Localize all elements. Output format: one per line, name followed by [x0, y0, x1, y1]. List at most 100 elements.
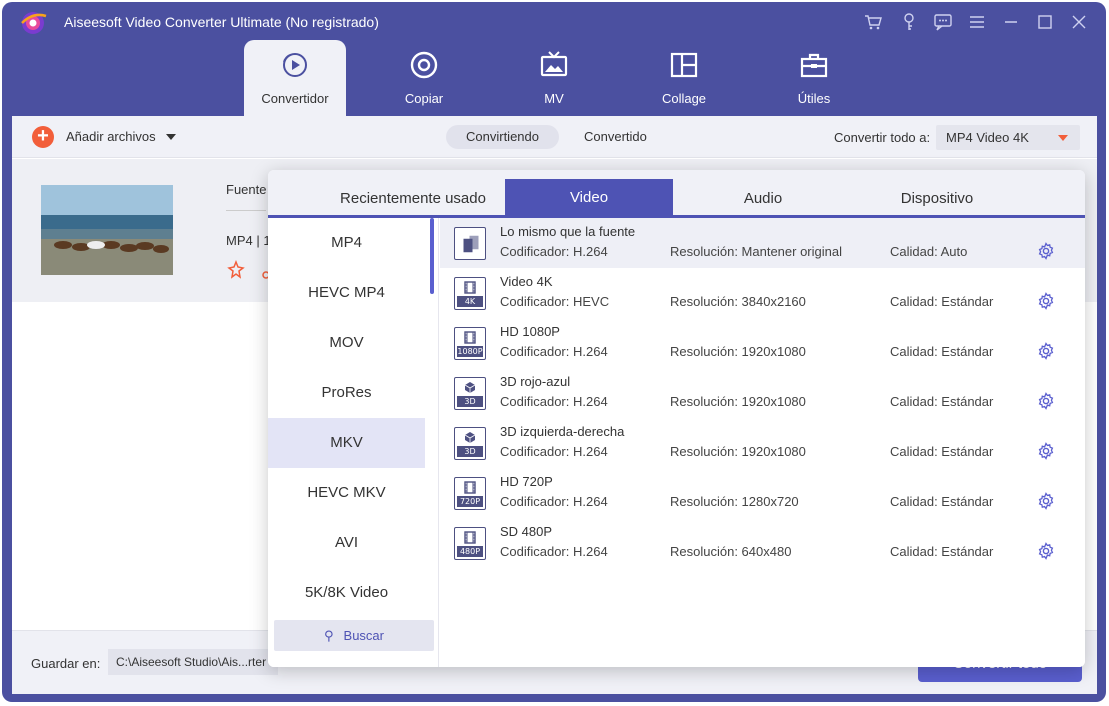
app-window: Aiseesoft Video Converter Ultimate (No r… [2, 2, 1106, 702]
convert-all-value: MP4 Video 4K [946, 130, 1029, 145]
gear-icon[interactable] [1037, 242, 1055, 260]
format-row[interactable]: 1080P HD 1080P Codificador: H.264 Resolució… [440, 318, 1085, 368]
converter-toolbar: + Añadir archivos Convirtiendo Convertid… [12, 116, 1097, 158]
convert-all-select[interactable]: MP4 Video 4K [936, 125, 1080, 150]
format-encoder: Codificador: H.264 [500, 444, 608, 459]
format-row[interactable]: 3D 3D izquierda-derecha Codificador: H.264… [440, 418, 1085, 468]
tab-utiles[interactable]: Útiles [763, 40, 865, 116]
key-icon[interactable] [898, 11, 920, 33]
format-encoder: Codificador: HEVC [500, 294, 610, 309]
film-icon: 4K [454, 277, 486, 310]
chevron-down-icon[interactable] [166, 134, 176, 140]
format-badge: 3D [457, 396, 483, 407]
save-path-field[interactable]: C:\Aiseesoft Studio\Ais...rter [108, 649, 278, 675]
format-quality: Calidad: Estándar [890, 494, 994, 509]
tab-label: Copiar [404, 91, 444, 106]
tab-label: Útiles [797, 91, 831, 106]
cart-icon[interactable] [862, 11, 884, 33]
category-item[interactable]: HEVC MKV [268, 468, 425, 518]
tab-convertidor[interactable]: Convertidor [244, 40, 346, 116]
gear-icon[interactable] [1037, 392, 1055, 410]
format-resolution: Resolución: 1920x1080 [670, 444, 806, 459]
maximize-icon[interactable] [1034, 11, 1056, 33]
format-encoder: Codificador: H.264 [500, 344, 608, 359]
format-name: Video 4K [500, 274, 553, 289]
converter-icon [283, 53, 307, 77]
category-item[interactable]: ProRes [268, 368, 425, 418]
scrollbar[interactable] [430, 218, 434, 294]
gear-icon[interactable] [1037, 292, 1055, 310]
format-name: SD 480P [500, 524, 553, 539]
cube-icon: 3D [454, 377, 486, 410]
format-quality: Calidad: Estándar [890, 344, 994, 359]
format-badge: 4K [457, 296, 483, 307]
tab-label: MV [544, 91, 564, 106]
plus-icon: + [32, 126, 54, 148]
close-icon[interactable] [1068, 11, 1090, 33]
tab-recent[interactable]: Recientemente usado [328, 180, 498, 218]
feedback-icon[interactable] [932, 11, 954, 33]
film-icon: 720P [454, 477, 486, 510]
tab-label: Convertidor [261, 91, 329, 106]
format-name: 3D izquierda-derecha [500, 424, 625, 439]
category-item[interactable]: HEVC MP4 [268, 268, 425, 318]
cube-icon: 3D [454, 427, 486, 460]
format-quality: Calidad: Estándar [890, 444, 994, 459]
minimize-icon[interactable] [1000, 11, 1022, 33]
category-item[interactable]: AVI [268, 518, 425, 568]
format-encoder: Codificador: H.264 [500, 544, 608, 559]
category-item[interactable]: MOV [268, 318, 425, 368]
format-list: Lo mismo que la fuente Codificador: H.264… [440, 218, 1085, 667]
category-item[interactable]: MP4 [268, 218, 425, 268]
gear-icon[interactable] [1037, 442, 1055, 460]
gear-icon[interactable] [1037, 342, 1055, 360]
tab-label: Collage [661, 91, 707, 106]
format-quality: Calidad: Estándar [890, 544, 994, 559]
format-row[interactable]: Lo mismo que la fuente Codificador: H.264… [440, 218, 1085, 268]
chevron-down-icon [1058, 135, 1068, 141]
format-resolution: Resolución: 1920x1080 [670, 394, 806, 409]
format-row[interactable]: 4K Video 4K Codificador: HEVC Resolución: 3… [440, 268, 1085, 318]
format-resolution: Resolución: 640x480 [670, 544, 792, 559]
tab-collage[interactable]: Collage [633, 40, 735, 116]
same-as-source-icon [454, 227, 486, 260]
window-title: Aiseesoft Video Converter Ultimate (No r… [64, 14, 379, 30]
format-tabs: Recientemente usado Video Audio Disposit… [268, 170, 1085, 218]
segment-converted[interactable]: Convertido [564, 125, 667, 149]
format-popup: Recientemente usado Video Audio Disposit… [268, 170, 1085, 667]
format-row[interactable]: 3D 3D rojo-azul Codificador: H.264 Resoluci… [440, 368, 1085, 418]
search-button[interactable]: ⚲ Buscar [274, 620, 434, 651]
format-quality: Calidad: Estándar [890, 394, 994, 409]
tab-video[interactable]: Video [505, 179, 673, 218]
divider [226, 210, 266, 211]
collage-icon [670, 52, 698, 78]
gear-icon[interactable] [1037, 492, 1055, 510]
enhance-icon[interactable] [226, 260, 246, 280]
format-encoder: Codificador: H.264 [500, 244, 608, 259]
gear-icon[interactable] [1037, 542, 1055, 560]
add-files-label: Añadir archivos [66, 129, 156, 144]
tab-device[interactable]: Dispositivo [852, 180, 1022, 218]
format-resolution: Resolución: 1280x720 [670, 494, 799, 509]
menu-icon[interactable] [966, 11, 988, 33]
film-icon: 1080P [454, 327, 486, 360]
file-source-label: Fuente [226, 182, 267, 197]
search-icon: ⚲ [324, 628, 334, 643]
video-thumbnail[interactable] [41, 185, 173, 275]
segment-converting[interactable]: Convirtiendo [446, 125, 559, 149]
format-row[interactable]: 480P SD 480P Codificador: H.264 Resolución:… [440, 518, 1085, 568]
category-item[interactable]: 5K/8K Video [268, 568, 425, 618]
film-icon: 480P [454, 527, 486, 560]
toolbox-icon [800, 53, 828, 78]
format-resolution: Resolución: 1920x1080 [670, 344, 806, 359]
tab-audio[interactable]: Audio [678, 180, 848, 218]
tab-mv[interactable]: MV [503, 40, 605, 116]
category-item[interactable]: MKV [268, 418, 425, 468]
format-name: HD 720P [500, 474, 553, 489]
format-badge: 1080P [457, 346, 483, 357]
category-list: MP4 HEVC MP4 MOV ProRes MKV HEVC MKV AVI… [268, 218, 439, 667]
format-row[interactable]: 720P HD 720P Codificador: H.264 Resolución:… [440, 468, 1085, 518]
convert-all-label: Convertir todo a: [834, 130, 931, 145]
mv-icon [540, 51, 568, 77]
tab-copiar[interactable]: Copiar [373, 40, 475, 116]
